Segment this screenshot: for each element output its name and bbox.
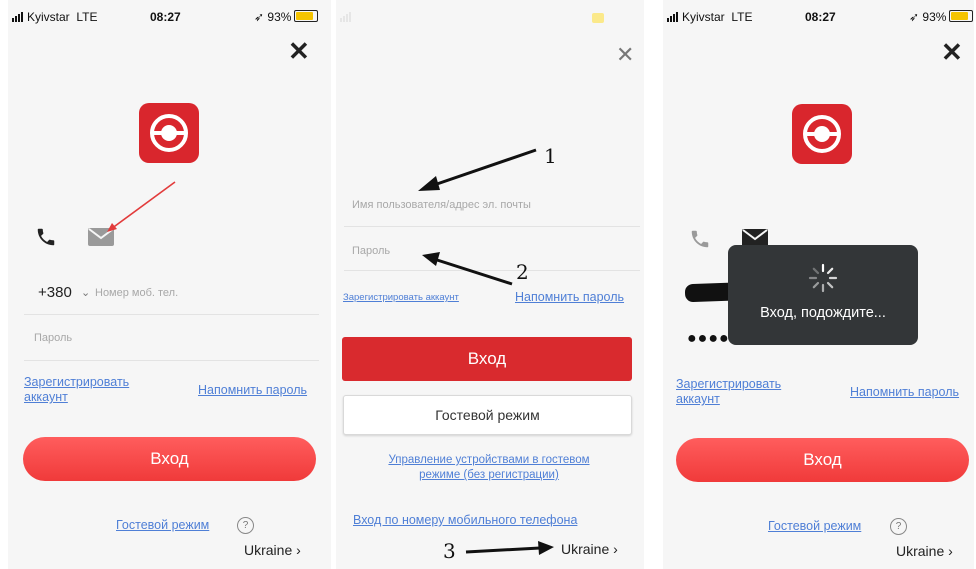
login-button[interactable]: Вход — [342, 337, 632, 381]
guest-mode-link[interactable]: Гостевой режим — [768, 519, 861, 533]
close-icon[interactable]: ✕ — [616, 44, 634, 66]
battery-percent: 93% — [922, 10, 947, 24]
password-input[interactable]: Пароль — [352, 245, 390, 257]
register-link[interactable]: Зарегистрировать аккаунт — [24, 375, 129, 405]
phone-icon[interactable] — [689, 228, 711, 250]
login-button[interactable]: Вход — [676, 438, 969, 482]
camera-logo-icon — [139, 103, 199, 163]
chevron-right-icon: › — [613, 541, 618, 557]
annotation-number-3: 3 — [443, 539, 456, 563]
register-link[interactable]: Зарегистрировать аккаунт — [343, 292, 459, 303]
divider — [24, 314, 319, 315]
forgot-password-link[interactable]: Напомнить пароль — [515, 290, 624, 304]
carrier: Kyivstar — [682, 10, 725, 24]
loading-message: Вход, подождите... — [760, 305, 886, 321]
signal-icon — [12, 11, 24, 25]
annotation-number-2: 2 — [516, 260, 529, 284]
screen-phone-login: Kyivstar LTE 08:27 ➶ 93% ✕ +380 ⌄ Номер … — [8, 0, 331, 569]
country-label: Ukraine — [244, 542, 293, 558]
loading-toast: Вход, подождите... — [728, 245, 918, 345]
screen-email-login: ✕ Имя пользователя/адрес эл. почты Парол… — [336, 0, 644, 569]
battery-icon — [949, 10, 974, 22]
phone-login-link[interactable]: Вход по номеру мобильного телефона — [353, 513, 577, 527]
status-right: ➶ 93% — [254, 10, 319, 24]
annotation-number-1: 1 — [544, 144, 557, 168]
network: LTE — [76, 10, 98, 24]
login-button[interactable]: Вход — [23, 437, 316, 481]
status-bar: Kyivstar LTE — [12, 10, 97, 25]
annotation-arrow-3 — [465, 541, 554, 555]
close-icon[interactable]: ✕ — [941, 39, 963, 65]
forgot-password-link[interactable]: Напомнить пароль — [850, 385, 959, 399]
location-icon: ➶ — [254, 10, 265, 24]
register-link-line2: аккаунт — [676, 392, 720, 406]
battery-icon — [592, 13, 604, 23]
phone-number-input[interactable]: Номер моб. тел. — [95, 287, 178, 299]
battery-percent: 93% — [267, 10, 292, 24]
screen-logging-in: Kyivstar LTE 08:27 ➶ 93% ✕ ●●●●●●●●●● — [663, 0, 974, 569]
signal-icon — [667, 11, 679, 25]
country-selector[interactable]: Ukraine › — [896, 543, 953, 559]
divider — [344, 226, 640, 227]
signal-icon — [340, 11, 352, 25]
status-time: 08:27 — [150, 10, 181, 24]
status-right: ➶ 93% — [909, 10, 974, 24]
annotation-arrow-1 — [418, 148, 537, 191]
status-time: 08:27 — [805, 10, 836, 24]
status-bar: Kyivstar LTE — [667, 10, 752, 25]
network: LTE — [731, 10, 753, 24]
country-selector[interactable]: Ukraine › — [561, 541, 618, 557]
question-icon[interactable]: ? — [237, 517, 254, 534]
phone-icon[interactable] — [35, 226, 57, 248]
loading-spinner-icon — [808, 263, 838, 293]
country-label: Ukraine — [896, 543, 945, 559]
forgot-password-link[interactable]: Напомнить пароль — [198, 383, 307, 397]
location-icon: ➶ — [909, 10, 920, 24]
country-selector[interactable]: Ukraine › — [244, 542, 301, 558]
country-code[interactable]: +380 — [38, 284, 72, 301]
chevron-right-icon: › — [296, 542, 301, 558]
password-input[interactable]: Пароль — [34, 332, 72, 344]
divider — [24, 360, 319, 361]
status-bar-faded — [340, 10, 355, 25]
guest-manage-line2: режиме (без регистрации) — [419, 469, 559, 481]
guest-mode-link[interactable]: Гостевой режим — [116, 518, 209, 532]
register-link[interactable]: Зарегистрировать аккаунт — [676, 377, 781, 407]
guest-manage-link[interactable]: Управление устройствами в гостевом режим… — [364, 453, 614, 483]
close-icon[interactable]: ✕ — [288, 38, 310, 64]
guest-mode-button[interactable]: Гостевой режим — [343, 395, 632, 435]
chevron-right-icon: › — [948, 543, 953, 559]
chevron-down-icon[interactable]: ⌄ — [81, 286, 90, 299]
carrier: Kyivstar — [27, 10, 70, 24]
question-icon[interactable]: ? — [890, 518, 907, 535]
annotation-arrow-red — [107, 181, 176, 232]
register-link-line2: аккаунт — [24, 390, 68, 404]
register-link-line1: Зарегистрировать — [24, 375, 130, 389]
guest-manage-line1: Управление устройствами в гостевом — [388, 454, 590, 466]
country-label: Ukraine — [561, 541, 610, 557]
annotation-arrow-2 — [422, 252, 513, 286]
camera-logo-icon — [792, 104, 852, 164]
username-input[interactable]: Имя пользователя/адрес эл. почты — [352, 199, 531, 211]
battery-icon — [294, 10, 319, 22]
register-link-line1: Зарегистрировать — [676, 377, 782, 391]
